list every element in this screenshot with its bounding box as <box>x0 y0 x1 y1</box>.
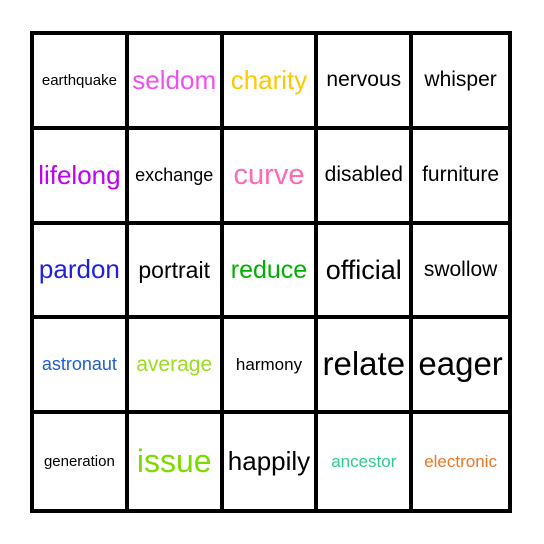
bingo-cell-word: average <box>136 352 213 376</box>
bingo-cell-r2c2[interactable]: exchange <box>128 129 224 225</box>
bingo-cell-r3c2[interactable]: portrait <box>128 224 224 320</box>
bingo-cell-r3c3[interactable]: reduce <box>223 224 319 320</box>
bingo-cell-r4c5[interactable]: eager <box>413 319 508 415</box>
bingo-grid: earthquake seldom charity nervous whispe… <box>34 35 508 509</box>
bingo-cell-word: furniture <box>422 163 500 187</box>
bingo-cell-r4c4[interactable]: relate <box>318 319 414 415</box>
bingo-cell-r5c2[interactable]: issue <box>128 414 224 509</box>
bingo-cell-r2c1[interactable]: lifelong <box>34 129 129 225</box>
bingo-cell-r5c3[interactable]: happily <box>223 414 319 509</box>
bingo-cell-word: charity <box>230 64 308 95</box>
bingo-cell-word: astronaut <box>41 354 117 375</box>
bingo-cell-word: disabled <box>324 163 403 187</box>
bingo-cell-r2c4[interactable]: disabled <box>318 129 414 225</box>
bingo-cell-r3c1[interactable]: pardon <box>34 224 129 320</box>
bingo-cell-r1c3[interactable]: charity <box>223 35 319 130</box>
bingo-cell-r5c1[interactable]: generation <box>34 414 129 509</box>
bingo-cell-word: ancestor <box>331 451 397 471</box>
bingo-cell-r4c3[interactable]: harmony <box>223 319 319 415</box>
bingo-cell-r5c4[interactable]: ancestor <box>318 414 414 509</box>
bingo-cell-word: harmony <box>235 354 303 374</box>
bingo-cell-word: exchange <box>135 164 214 185</box>
bingo-cell-word: reduce <box>230 255 308 284</box>
bingo-cell-r1c1[interactable]: earthquake <box>34 35 129 130</box>
bingo-cell-r5c5[interactable]: electronic <box>413 414 508 509</box>
bingo-cell-word: generation <box>43 452 115 470</box>
bingo-cell-r2c3[interactable]: curve <box>223 129 319 225</box>
bingo-cell-word: eager <box>418 345 503 383</box>
bingo-cell-word: pardon <box>38 254 120 285</box>
bingo-cell-r1c2[interactable]: seldom <box>128 35 224 130</box>
bingo-cell-word: earthquake <box>41 71 117 89</box>
bingo-cell-r3c5[interactable]: swollow <box>413 224 508 320</box>
bingo-cell-word: issue <box>136 442 212 479</box>
bingo-cell-word: electronic <box>424 451 497 471</box>
bingo-cell-word: relate <box>322 345 406 383</box>
bingo-cell-r2c5[interactable]: furniture <box>413 129 508 225</box>
bingo-cell-word: official <box>325 254 402 285</box>
bingo-cell-word: nervous <box>326 68 402 92</box>
bingo-cell-r4c2[interactable]: average <box>128 319 224 415</box>
bingo-cell-word: curve <box>233 158 305 191</box>
bingo-cell-r3c4[interactable]: official <box>318 224 414 320</box>
bingo-cell-word: portrait <box>138 256 210 283</box>
bingo-cell-word: seldom <box>132 64 217 95</box>
bingo-cell-word: swollow <box>423 257 498 281</box>
bingo-cell-word: whisper <box>424 68 497 92</box>
bingo-card: earthquake seldom charity nervous whispe… <box>30 31 512 513</box>
bingo-cell-word: lifelong <box>38 159 121 190</box>
bingo-cell-r4c1[interactable]: astronaut <box>34 319 129 415</box>
bingo-cell-word: happily <box>227 445 311 476</box>
bingo-cell-r1c4[interactable]: nervous <box>318 35 414 130</box>
bingo-cell-r1c5[interactable]: whisper <box>413 35 508 130</box>
